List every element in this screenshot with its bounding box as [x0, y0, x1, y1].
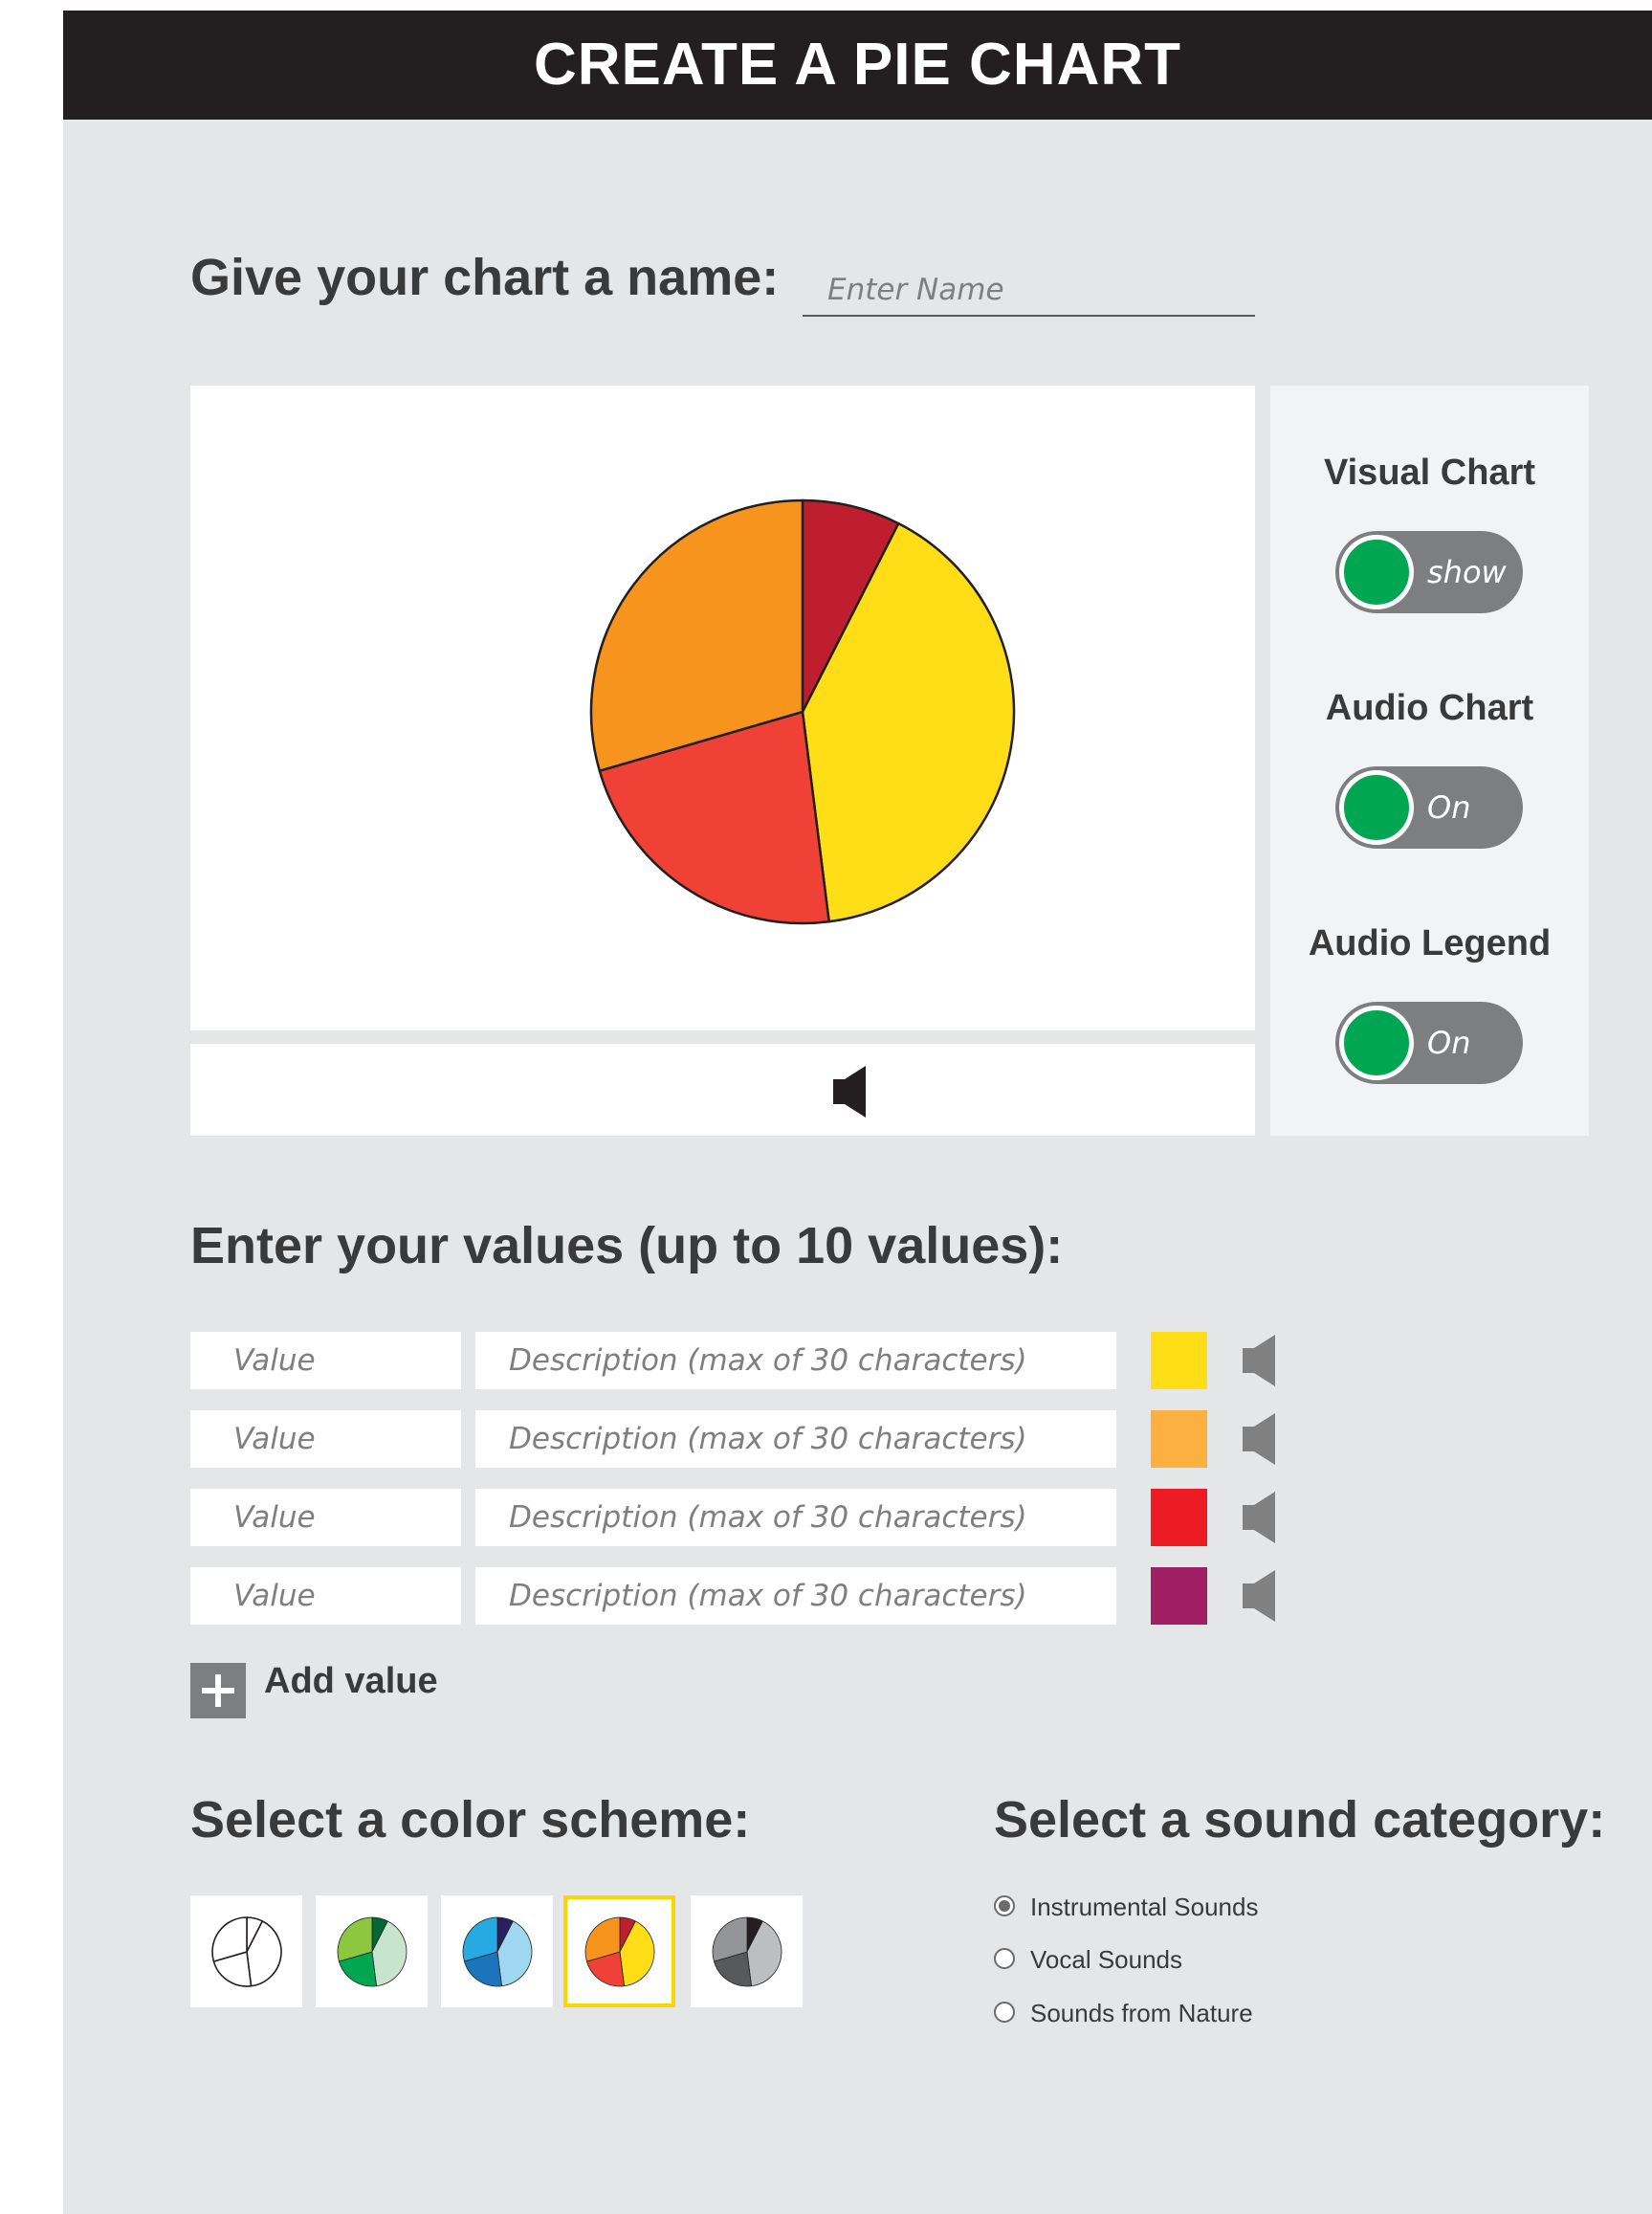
toggle-knob [1339, 535, 1414, 609]
description-input[interactable] [475, 1567, 1116, 1625]
color-swatch[interactable] [1151, 1567, 1207, 1625]
sound-category-title: Select a sound category: [994, 1791, 1606, 1849]
value-row [190, 1332, 1275, 1389]
color-swatch[interactable] [1151, 1332, 1207, 1389]
toggle-knob [1339, 770, 1414, 845]
value-input[interactable] [190, 1410, 461, 1468]
value-input[interactable] [190, 1567, 461, 1625]
color-scheme-gray[interactable] [691, 1895, 803, 2007]
speaker-icon[interactable] [1243, 1335, 1275, 1386]
color-scheme-green[interactable] [316, 1895, 428, 2007]
values-section-title: Enter your values (up to 10 values): [190, 1217, 1064, 1274]
speaker-icon[interactable] [833, 1066, 868, 1118]
pie-chart [589, 498, 1016, 925]
color-scheme-title: Select a color scheme: [190, 1791, 751, 1849]
audio-chart-toggle[interactable]: On [1335, 766, 1523, 849]
sound-option-label: Instrumental Sounds [1030, 1893, 1259, 1921]
speaker-icon[interactable] [1243, 1413, 1275, 1465]
sound-option-label: Sounds from Nature [1030, 1999, 1253, 2027]
audio-legend-label: Audio Legend [1308, 923, 1552, 963]
pie-thumbnail-icon [712, 1916, 782, 1986]
toggle-state: show [1427, 554, 1507, 590]
radio-button[interactable] [994, 1895, 1015, 1916]
pie-chart-panel [190, 386, 1255, 1030]
toggle-knob [1339, 1006, 1414, 1080]
pie-thumbnail-icon [462, 1916, 532, 1986]
description-input[interactable] [475, 1489, 1116, 1546]
visual-chart-label: Visual Chart [1323, 453, 1536, 493]
chart-name-label: Give your chart a name: [190, 249, 780, 306]
speaker-icon[interactable] [1243, 1492, 1275, 1543]
pie-thumbnail-icon [584, 1916, 654, 1986]
value-input[interactable] [190, 1332, 461, 1389]
chart-name-input[interactable] [803, 264, 1255, 317]
sound-option-label: Vocal Sounds [1030, 1945, 1183, 1974]
color-swatch[interactable] [1151, 1489, 1207, 1546]
page-title: CREATE A PIE CHART [63, 11, 1652, 120]
app-window: CREATE A PIE CHART Give your chart a nam… [63, 11, 1652, 2214]
description-input[interactable] [475, 1410, 1116, 1468]
toggle-state: On [1427, 789, 1471, 826]
pie-thumbnail-icon [337, 1916, 407, 1986]
description-input[interactable] [475, 1332, 1116, 1389]
value-row [190, 1489, 1275, 1546]
visual-chart-toggle[interactable]: show [1335, 531, 1523, 613]
plus-icon [202, 1674, 234, 1707]
speaker-icon[interactable] [1243, 1570, 1275, 1622]
value-row [190, 1567, 1275, 1625]
color-scheme-outline[interactable] [190, 1895, 302, 2007]
toggle-state: On [1427, 1025, 1471, 1061]
color-scheme-blue[interactable] [441, 1895, 553, 2007]
add-value-button[interactable] [190, 1663, 246, 1718]
chart-options-panel: Visual Chart show Audio Chart On Audio L… [1270, 386, 1589, 1136]
chart-audio-bar [190, 1044, 1255, 1136]
radio-button[interactable] [994, 1948, 1015, 1969]
value-input[interactable] [190, 1489, 461, 1546]
audio-chart-label: Audio Chart [1325, 688, 1534, 728]
value-row [190, 1410, 1275, 1468]
add-value-label: Add value [264, 1661, 438, 1701]
color-scheme-warm[interactable] [563, 1895, 675, 2007]
pie-thumbnail-icon [210, 1915, 282, 1987]
color-swatch[interactable] [1151, 1410, 1207, 1468]
radio-button[interactable] [994, 2002, 1015, 2023]
audio-legend-toggle[interactable]: On [1335, 1002, 1523, 1084]
